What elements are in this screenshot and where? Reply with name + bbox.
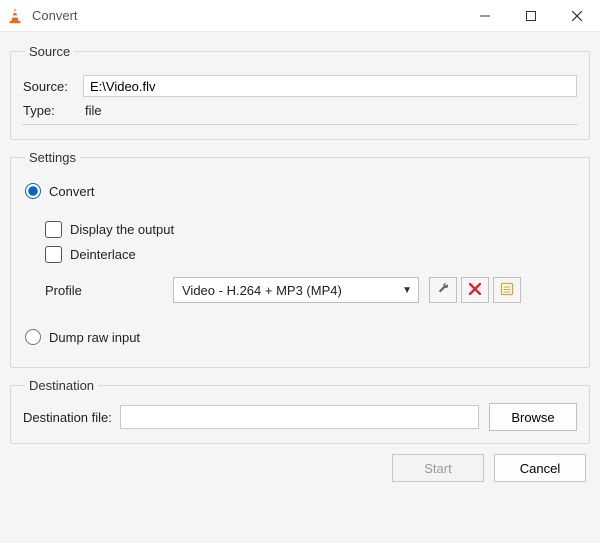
destination-legend: Destination	[25, 378, 98, 393]
delete-profile-button[interactable]	[461, 277, 489, 303]
titlebar: Convert	[0, 0, 600, 32]
chevron-down-icon: ▼	[402, 285, 412, 296]
convert-radio-label: Convert	[49, 184, 95, 199]
type-value: file	[83, 103, 577, 118]
source-group: Source Source: Type: file	[10, 44, 590, 140]
new-profile-button[interactable]	[493, 277, 521, 303]
destination-label: Destination file:	[23, 410, 112, 425]
type-label: Type:	[23, 103, 83, 118]
dump-radio[interactable]: Dump raw input	[23, 329, 577, 345]
profile-label: Profile	[45, 283, 173, 298]
deinterlace-label: Deinterlace	[70, 247, 136, 262]
browse-button[interactable]: Browse	[489, 403, 577, 431]
vlc-cone-icon	[6, 7, 24, 25]
settings-legend: Settings	[25, 150, 80, 165]
profile-select[interactable]: Video - H.264 + MP3 (MP4) ▼	[173, 277, 419, 303]
dialog-content: Source Source: Type: file Settings Conve…	[0, 32, 600, 492]
close-button[interactable]	[554, 0, 600, 32]
destination-group: Destination Destination file: Browse	[10, 378, 590, 444]
checkbox-box	[45, 221, 62, 238]
dialog-footer: Start Cancel	[10, 454, 590, 482]
source-divider	[23, 124, 577, 125]
deinterlace-checkbox[interactable]: Deinterlace	[45, 246, 577, 263]
maximize-button[interactable]	[508, 0, 554, 32]
wrench-icon	[436, 282, 450, 299]
display-output-checkbox[interactable]: Display the output	[45, 221, 577, 238]
source-label: Source:	[23, 79, 83, 94]
checkbox-box	[45, 246, 62, 263]
display-output-label: Display the output	[70, 222, 174, 237]
source-input[interactable]	[83, 75, 577, 97]
source-legend: Source	[25, 44, 74, 59]
edit-profile-button[interactable]	[429, 277, 457, 303]
profile-value: Video - H.264 + MP3 (MP4)	[182, 283, 342, 298]
cancel-button[interactable]: Cancel	[494, 454, 586, 482]
new-profile-icon	[500, 282, 514, 299]
dump-radio-input[interactable]	[25, 329, 41, 345]
start-button[interactable]: Start	[392, 454, 484, 482]
minimize-button[interactable]	[462, 0, 508, 32]
destination-input[interactable]	[120, 405, 479, 429]
delete-icon	[469, 283, 481, 298]
dump-radio-label: Dump raw input	[49, 330, 140, 345]
settings-group: Settings Convert Display the output Dein…	[10, 150, 590, 368]
convert-radio[interactable]: Convert	[23, 183, 577, 199]
window-title: Convert	[32, 8, 78, 23]
convert-radio-input[interactable]	[25, 183, 41, 199]
